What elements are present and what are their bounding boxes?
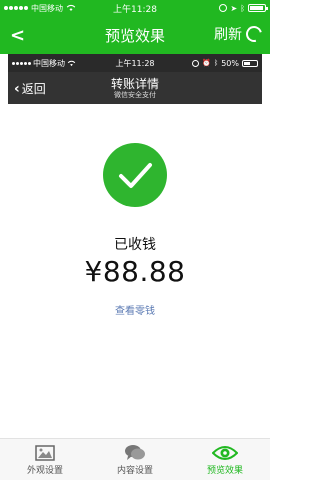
inner-wifi-icon — [67, 60, 76, 66]
tab-appearance[interactable]: 外观设置 — [0, 439, 90, 480]
view-change-link[interactable]: 查看零钱 — [8, 302, 262, 317]
chat-icon — [124, 443, 146, 463]
success-check-icon — [103, 143, 167, 207]
outer-page-title: 预览效果 — [104, 26, 165, 45]
tab-appearance-label: 外观设置 — [26, 466, 63, 476]
inner-status-right: ⏰ ᛒ 50% — [192, 59, 258, 68]
bottom-tab-bar: 外观设置 内容设置 预览效果 — [0, 438, 270, 480]
tab-preview[interactable]: 预览效果 — [180, 439, 270, 480]
outer-status-right: ➤ ᛒ — [219, 3, 268, 13]
eye-icon — [212, 443, 238, 463]
inner-status-bar: 中国移动 上午11:28 ⏰ ᛒ 50% — [8, 54, 262, 72]
refresh-button[interactable]: 刷新 — [214, 23, 265, 45]
outer-back-button[interactable]: < — [10, 25, 25, 46]
battery-icon — [248, 4, 268, 12]
refresh-icon — [243, 23, 265, 45]
inner-alarm-icon: ⏰ — [202, 59, 212, 67]
inner-carrier-label: 中国移动 — [33, 58, 65, 68]
receipt-content: 已收钱 ¥88.88 查看零钱 — [8, 104, 262, 438]
refresh-label: 刷新 — [214, 27, 242, 43]
inner-back-button[interactable]: ‹ 返回 — [14, 80, 46, 97]
outer-nav-bar: < 预览效果 刷新 — [0, 16, 270, 54]
inner-nav-bar: ‹ 返回 转账详情 微信安全支付 — [8, 72, 262, 104]
inner-status-left: 中国移动 — [12, 58, 76, 69]
lock-rotation-icon — [219, 4, 228, 12]
inner-battery-label: 50% — [221, 58, 239, 68]
receipt-status: 已收钱 — [114, 237, 156, 253]
tab-preview-label: 预览效果 — [206, 466, 243, 476]
inner-signal-icon — [12, 61, 31, 65]
location-icon: ➤ — [230, 3, 238, 13]
image-icon — [35, 443, 55, 463]
receipt-amount: ¥88.88 — [84, 255, 186, 288]
inner-page-title: 转账详情 — [110, 76, 159, 91]
tab-content-label: 内容设置 — [116, 466, 153, 476]
bluetooth-icon: ᛒ — [240, 3, 245, 13]
inner-lock-icon — [192, 59, 200, 67]
inner-back-label: 返回 — [21, 82, 46, 96]
outer-status-bar: 中国移动 上午11:28 ➤ ᛒ — [0, 0, 270, 16]
tab-content[interactable]: 内容设置 — [90, 439, 180, 480]
chevron-left-icon: ‹ — [14, 80, 20, 97]
preview-frame: 中国移动 上午11:28 ⏰ ᛒ 50% ‹ 返回 转账详情 微信安全支付 已收… — [8, 54, 262, 438]
inner-page-subtitle: 微信安全支付 — [114, 90, 156, 99]
inner-bluetooth-icon: ᛒ — [214, 59, 219, 67]
inner-battery-icon — [242, 59, 258, 67]
